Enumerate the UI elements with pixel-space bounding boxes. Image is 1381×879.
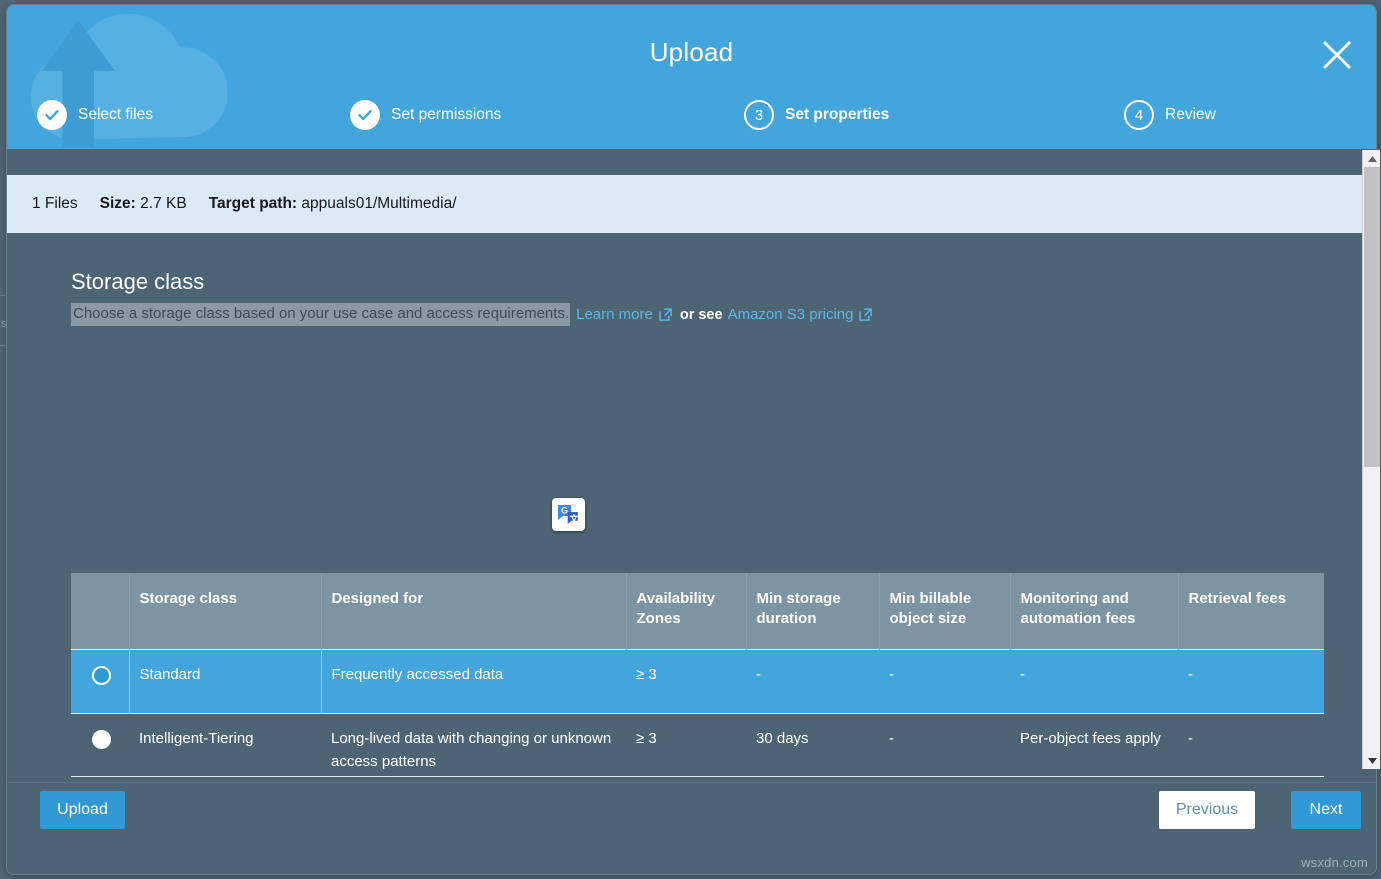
step-label: Set permissions — [391, 106, 501, 124]
scroll-up-arrow-icon[interactable] — [1363, 150, 1381, 167]
radio-button[interactable] — [92, 666, 111, 685]
column-header-availability-zones: Availability Zones — [626, 573, 746, 649]
description-text: Choose a storage class based on your use… — [71, 303, 570, 326]
step-review[interactable]: 4 Review — [1124, 100, 1216, 130]
column-header-select — [71, 573, 129, 649]
target-path-label: Target path: — [209, 195, 297, 212]
cell-designed-for: Long-lived data with changing or unknown… — [321, 713, 626, 776]
dialog-body: Storage class Choose a storage class bas… — [7, 233, 1376, 782]
step-label: Review — [1165, 106, 1216, 124]
learn-more-link[interactable]: Learn more — [576, 305, 653, 325]
cell-monitoring-fees: - — [1010, 649, 1178, 713]
step-set-properties[interactable]: 3 Set properties — [744, 100, 889, 130]
column-header-min-billable-object-size: Min billable object size — [879, 573, 1010, 649]
table-row[interactable]: Standard Frequently accessed data ≥ 3 - … — [71, 649, 1324, 713]
google-translate-icon[interactable]: G 文 — [552, 498, 585, 531]
upload-summary-bar: 1 Files Size: 2.7 KB Target path: appual… — [7, 175, 1376, 233]
dialog-header: Upload Select files Set — [7, 5, 1376, 149]
table-row[interactable]: Intelligent-Tiering Long-lived data with… — [71, 713, 1324, 776]
cell-designed-for: Frequently accessed data — [321, 649, 626, 713]
step-indicator: Select files Set permissions 3 Set prope… — [7, 100, 1376, 142]
cell-min-size: - — [879, 713, 1010, 776]
column-header-min-storage-duration: Min storage duration — [746, 573, 879, 649]
target-path-value: appuals01/Multimedia/ — [301, 195, 456, 212]
cell-storage-class: Standard — [129, 649, 321, 713]
cell-min-duration: 30 days — [746, 713, 879, 776]
column-header-designed-for: Designed for — [321, 573, 626, 649]
amazon-s3-pricing-link[interactable]: Amazon S3 pricing — [728, 305, 854, 325]
size-value: 2.7 KB — [140, 195, 187, 212]
dialog-title: Upload — [7, 37, 1376, 68]
column-header-monitoring-fees: Monitoring and automation fees — [1010, 573, 1178, 649]
step-label: Set properties — [785, 106, 889, 124]
next-button[interactable]: Next — [1291, 791, 1361, 829]
cell-availability-zones: ≥ 3 — [626, 713, 746, 776]
close-icon[interactable] — [1318, 36, 1356, 74]
cell-availability-zones: ≥ 3 — [626, 649, 746, 713]
step-check-icon — [350, 100, 380, 130]
cell-retrieval-fees: - — [1178, 713, 1324, 776]
step-check-icon — [37, 100, 67, 130]
previous-button[interactable]: Previous — [1159, 791, 1255, 829]
size-info: Size: 2.7 KB — [100, 195, 187, 213]
step-number: 4 — [1124, 100, 1154, 130]
svg-text:文: 文 — [568, 513, 579, 524]
external-link-icon[interactable] — [658, 307, 673, 322]
vertical-scrollbar[interactable] — [1362, 150, 1380, 769]
row-radio-cell[interactable] — [71, 649, 129, 713]
step-set-permissions[interactable]: Set permissions — [350, 100, 501, 130]
table-header-row: Storage class Designed for Availability … — [71, 573, 1324, 649]
target-path-info: Target path: appuals01/Multimedia/ — [209, 195, 457, 213]
cell-min-duration: - — [746, 649, 879, 713]
cell-monitoring-fees: Per-object fees apply — [1010, 713, 1178, 776]
upload-button[interactable]: Upload — [40, 791, 125, 829]
step-select-files[interactable]: Select files — [37, 100, 153, 130]
dialog-footer: Upload Previous Next wsxdn.com — [7, 782, 1376, 874]
page-title: Storage class — [71, 269, 1376, 295]
column-header-storage-class: Storage class — [129, 573, 321, 649]
step-number: 3 — [744, 100, 774, 130]
size-label: Size: — [100, 195, 136, 212]
files-count: 1 Files — [32, 195, 78, 213]
radio-button[interactable] — [92, 730, 111, 749]
scrollbar-thumb[interactable] — [1364, 167, 1380, 467]
watermark: wsxdn.com — [1301, 855, 1368, 870]
or-see-text: or see — [680, 305, 723, 325]
cell-retrieval-fees: - — [1178, 649, 1324, 713]
header-gap — [7, 149, 1376, 175]
step-label: Select files — [78, 106, 153, 124]
external-link-icon[interactable] — [858, 307, 873, 322]
cell-min-size: - — [879, 649, 1010, 713]
section-description: Choose a storage class based on your use… — [71, 304, 1376, 325]
column-header-retrieval-fees: Retrieval fees — [1178, 573, 1324, 649]
scroll-down-arrow-icon[interactable] — [1363, 752, 1381, 769]
row-radio-cell[interactable] — [71, 713, 129, 776]
upload-dialog: Upload Select files Set — [7, 5, 1376, 874]
cell-storage-class: Intelligent-Tiering — [129, 713, 321, 776]
